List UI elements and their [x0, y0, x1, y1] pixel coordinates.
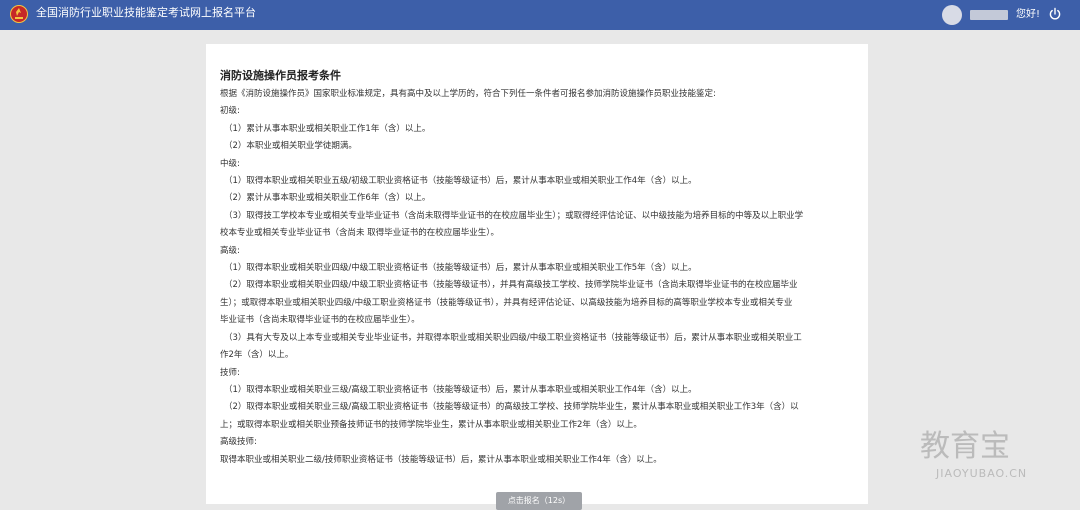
user-name-redacted: [970, 10, 1008, 20]
article-line: （1）取得本职业或相关职业四级/中级工职业资格证书（技能等级证书）后，累计从事本…: [224, 263, 697, 274]
article-line: （3）具有大专及以上本专业或相关专业毕业证书，并取得本职业或相关职业四级/中级工…: [224, 332, 802, 343]
article-body: 初级: （1）累计从事本职业或相关职业工作1年（含）以上。 （2）本职业或相关职业学…: [220, 103, 856, 469]
app-title: 全国消防行业职业技能鉴定考试网上报名平台: [36, 6, 256, 19]
article-title: 消防设施操作员报考条件: [220, 69, 341, 82]
avatar[interactable]: [942, 5, 962, 25]
power-icon[interactable]: [1048, 7, 1062, 21]
article-line: （2）累计从事本职业或相关职业工作6年（含）以上。: [224, 193, 431, 204]
article-line: 上；或取得本职业或相关职业预备技师证书的技师学院毕业生，累计从事本职业或相关职业…: [220, 419, 642, 430]
top-header-bar: 全国消防行业职业技能鉴定考试网上报名平台 您好!: [0, 0, 1080, 30]
article-line: 作2年（含）以上。: [220, 350, 294, 361]
user-area: 您好!: [932, 5, 1062, 25]
watermark: 教育宝 JIAOYUBAO.CN: [920, 430, 1064, 486]
article-line: 高级技师:: [220, 437, 257, 448]
article-line: 中级:: [220, 158, 240, 169]
article-line: 技师:: [220, 367, 240, 378]
article-line: 生）；或取得本职业或相关职业四级/中级工职业资格证书（技能等级证书），并具有经评…: [220, 297, 793, 308]
article-intro: 根据《消防设施操作员》国家职业标准规定，具有高中及以上学历的，符合下列任一条件者…: [220, 89, 716, 99]
article-line: 校本专业或相关专业毕业证书（含尚未 取得毕业证书的在校应届毕业生）。: [220, 228, 499, 239]
content-panel: 消防设施操作员报考条件 根据《消防设施操作员》国家职业标准规定，具有高中及以上学…: [206, 44, 868, 504]
fire-emblem-icon: [10, 5, 28, 23]
watermark-logo-text: 教育宝: [920, 429, 1010, 464]
article-line: 高级:: [220, 245, 240, 256]
article-line: 取得本职业或相关职业二级/技师职业资格证书（技能等级证书）后，累计从事本职业或相…: [220, 454, 662, 465]
article-line: 初级:: [220, 106, 240, 117]
article-line: （2）取得本职业或相关职业四级/中级工职业资格证书（技能等级证书），并具有高级技…: [224, 280, 798, 291]
article-line: （1）累计从事本职业或相关职业工作1年（含）以上。: [224, 123, 431, 134]
greeting-text: 您好!: [1015, 9, 1040, 20]
register-button[interactable]: 点击报名（12s）: [496, 492, 582, 510]
watermark-domain: JIAOYUBAO.CN: [936, 467, 1028, 480]
article-line: 毕业证书（含尚未取得毕业证书的在校应届毕业生）。: [220, 315, 420, 326]
article-line: （2）本职业或相关职业学徒期满。: [224, 141, 357, 152]
article-line: （3）取得技工学校本专业或相关专业毕业证书（含尚未取得毕业证书的在校应届毕业生）…: [224, 210, 804, 221]
article-line: （1）取得本职业或相关职业五级/初级工职业资格证书（技能等级证书）后，累计从事本…: [224, 176, 697, 187]
article-line: （1）取得本职业或相关职业三级/高级工职业资格证书（技能等级证书）后，累计从事本…: [224, 384, 697, 395]
article-line: （2）取得本职业或相关职业三级/高级工职业资格证书（技能等级证书）的高级技工学校…: [224, 402, 799, 413]
requirements-article: 消防设施操作员报考条件 根据《消防设施操作员》国家职业标准规定，具有高中及以上学…: [220, 68, 856, 469]
